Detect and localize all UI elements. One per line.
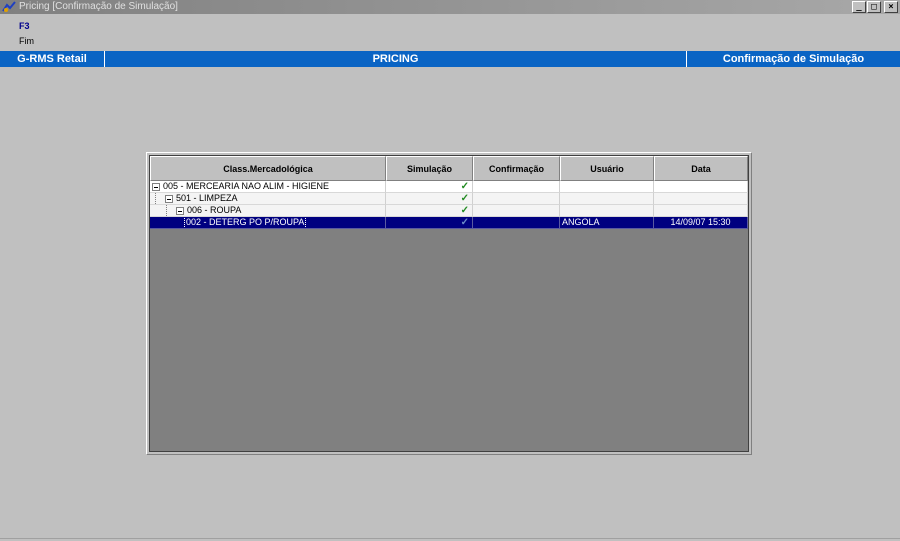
- table-row[interactable]: 501 - LIMPEZA ✓: [150, 193, 748, 205]
- collapse-icon[interactable]: [176, 206, 184, 215]
- class-cell: 006 - ROUPA: [150, 205, 386, 217]
- table-row-selected[interactable]: 002 - DETERG PO P/ROUPA ✓ ANGOLA 14/09/0…: [150, 217, 748, 229]
- class-label: 002 - DETERG PO P/ROUPA: [184, 217, 307, 228]
- simulation-cell: ✓: [386, 193, 473, 205]
- grid-header: Class.Mercadológica Simulação Confirmaçã…: [150, 156, 748, 181]
- status-bar-edge: [0, 538, 900, 539]
- check-icon: ✓: [460, 205, 469, 216]
- user-cell: [560, 193, 654, 205]
- grid-panel: Class.Mercadológica Simulação Confirmaçã…: [146, 152, 752, 455]
- column-header-date[interactable]: Data: [654, 156, 748, 181]
- user-value: ANGOLA: [562, 217, 600, 227]
- class-label: 006 - ROUPA: [187, 205, 242, 215]
- simulation-cell: ✓: [386, 217, 473, 229]
- class-cell: 002 - DETERG PO P/ROUPA: [150, 217, 386, 229]
- tree-connector: [155, 193, 163, 204]
- confirmation-cell[interactable]: [473, 193, 560, 205]
- check-icon: ✓: [460, 217, 469, 228]
- tree-connector: [166, 205, 174, 216]
- table-row[interactable]: 005 - MERCEARIA NAO ALIM - HIGIENE ✓: [150, 181, 748, 193]
- pricing-app-icon: [2, 1, 16, 13]
- check-icon: ✓: [460, 193, 469, 204]
- class-label: 501 - LIMPEZA: [176, 193, 238, 203]
- date-cell: [654, 181, 748, 193]
- confirmation-cell[interactable]: [473, 181, 560, 193]
- column-header-user[interactable]: Usuário: [560, 156, 654, 181]
- date-cell: [654, 205, 748, 217]
- column-header-simulation[interactable]: Simulação: [386, 156, 473, 181]
- window-title: Pricing [Confirmação de Simulação]: [19, 1, 178, 12]
- system-name: G-RMS Retail: [0, 51, 105, 67]
- user-cell: [560, 181, 654, 193]
- screen-name: Confirmação de Simulação: [722, 53, 865, 65]
- column-header-class[interactable]: Class.Mercadológica: [150, 156, 386, 181]
- minimize-button[interactable]: _: [852, 1, 866, 13]
- window-title-bar: Pricing [Confirmação de Simulação] _ □ ×: [0, 0, 900, 14]
- check-icon: ✓: [460, 181, 469, 192]
- class-label: 005 - MERCEARIA NAO ALIM - HIGIENE: [163, 181, 330, 191]
- function-key-code: F3: [19, 21, 30, 31]
- simulation-cell: ✓: [386, 205, 473, 217]
- function-key-end[interactable]: F3 Fim: [19, 21, 34, 46]
- maximize-button[interactable]: □: [867, 1, 881, 13]
- window-controls: _ □ ×: [852, 1, 898, 13]
- table-row[interactable]: 006 - ROUPA ✓: [150, 205, 748, 217]
- date-cell: [654, 193, 748, 205]
- simulation-tree-grid[interactable]: Class.Mercadológica Simulação Confirmaçã…: [149, 155, 749, 452]
- date-cell: 14/09/07 15:30: [654, 217, 748, 229]
- module-name: PRICING: [105, 51, 687, 67]
- function-key-label: Fim: [19, 36, 34, 46]
- user-cell: [560, 205, 654, 217]
- class-cell: 005 - MERCEARIA NAO ALIM - HIGIENE: [150, 181, 386, 193]
- collapse-icon[interactable]: [152, 182, 160, 191]
- column-header-confirmation[interactable]: Confirmação: [473, 156, 560, 181]
- class-cell: 501 - LIMPEZA: [150, 193, 386, 205]
- module-header-bar: G-RMS Retail PRICING Confirmação de Simu…: [0, 50, 900, 68]
- simulation-cell: ✓: [386, 181, 473, 193]
- user-cell: ANGOLA: [560, 217, 654, 229]
- close-button[interactable]: ×: [884, 1, 898, 13]
- confirmation-cell[interactable]: [473, 217, 560, 229]
- collapse-icon[interactable]: [165, 194, 173, 203]
- confirmation-cell[interactable]: [473, 205, 560, 217]
